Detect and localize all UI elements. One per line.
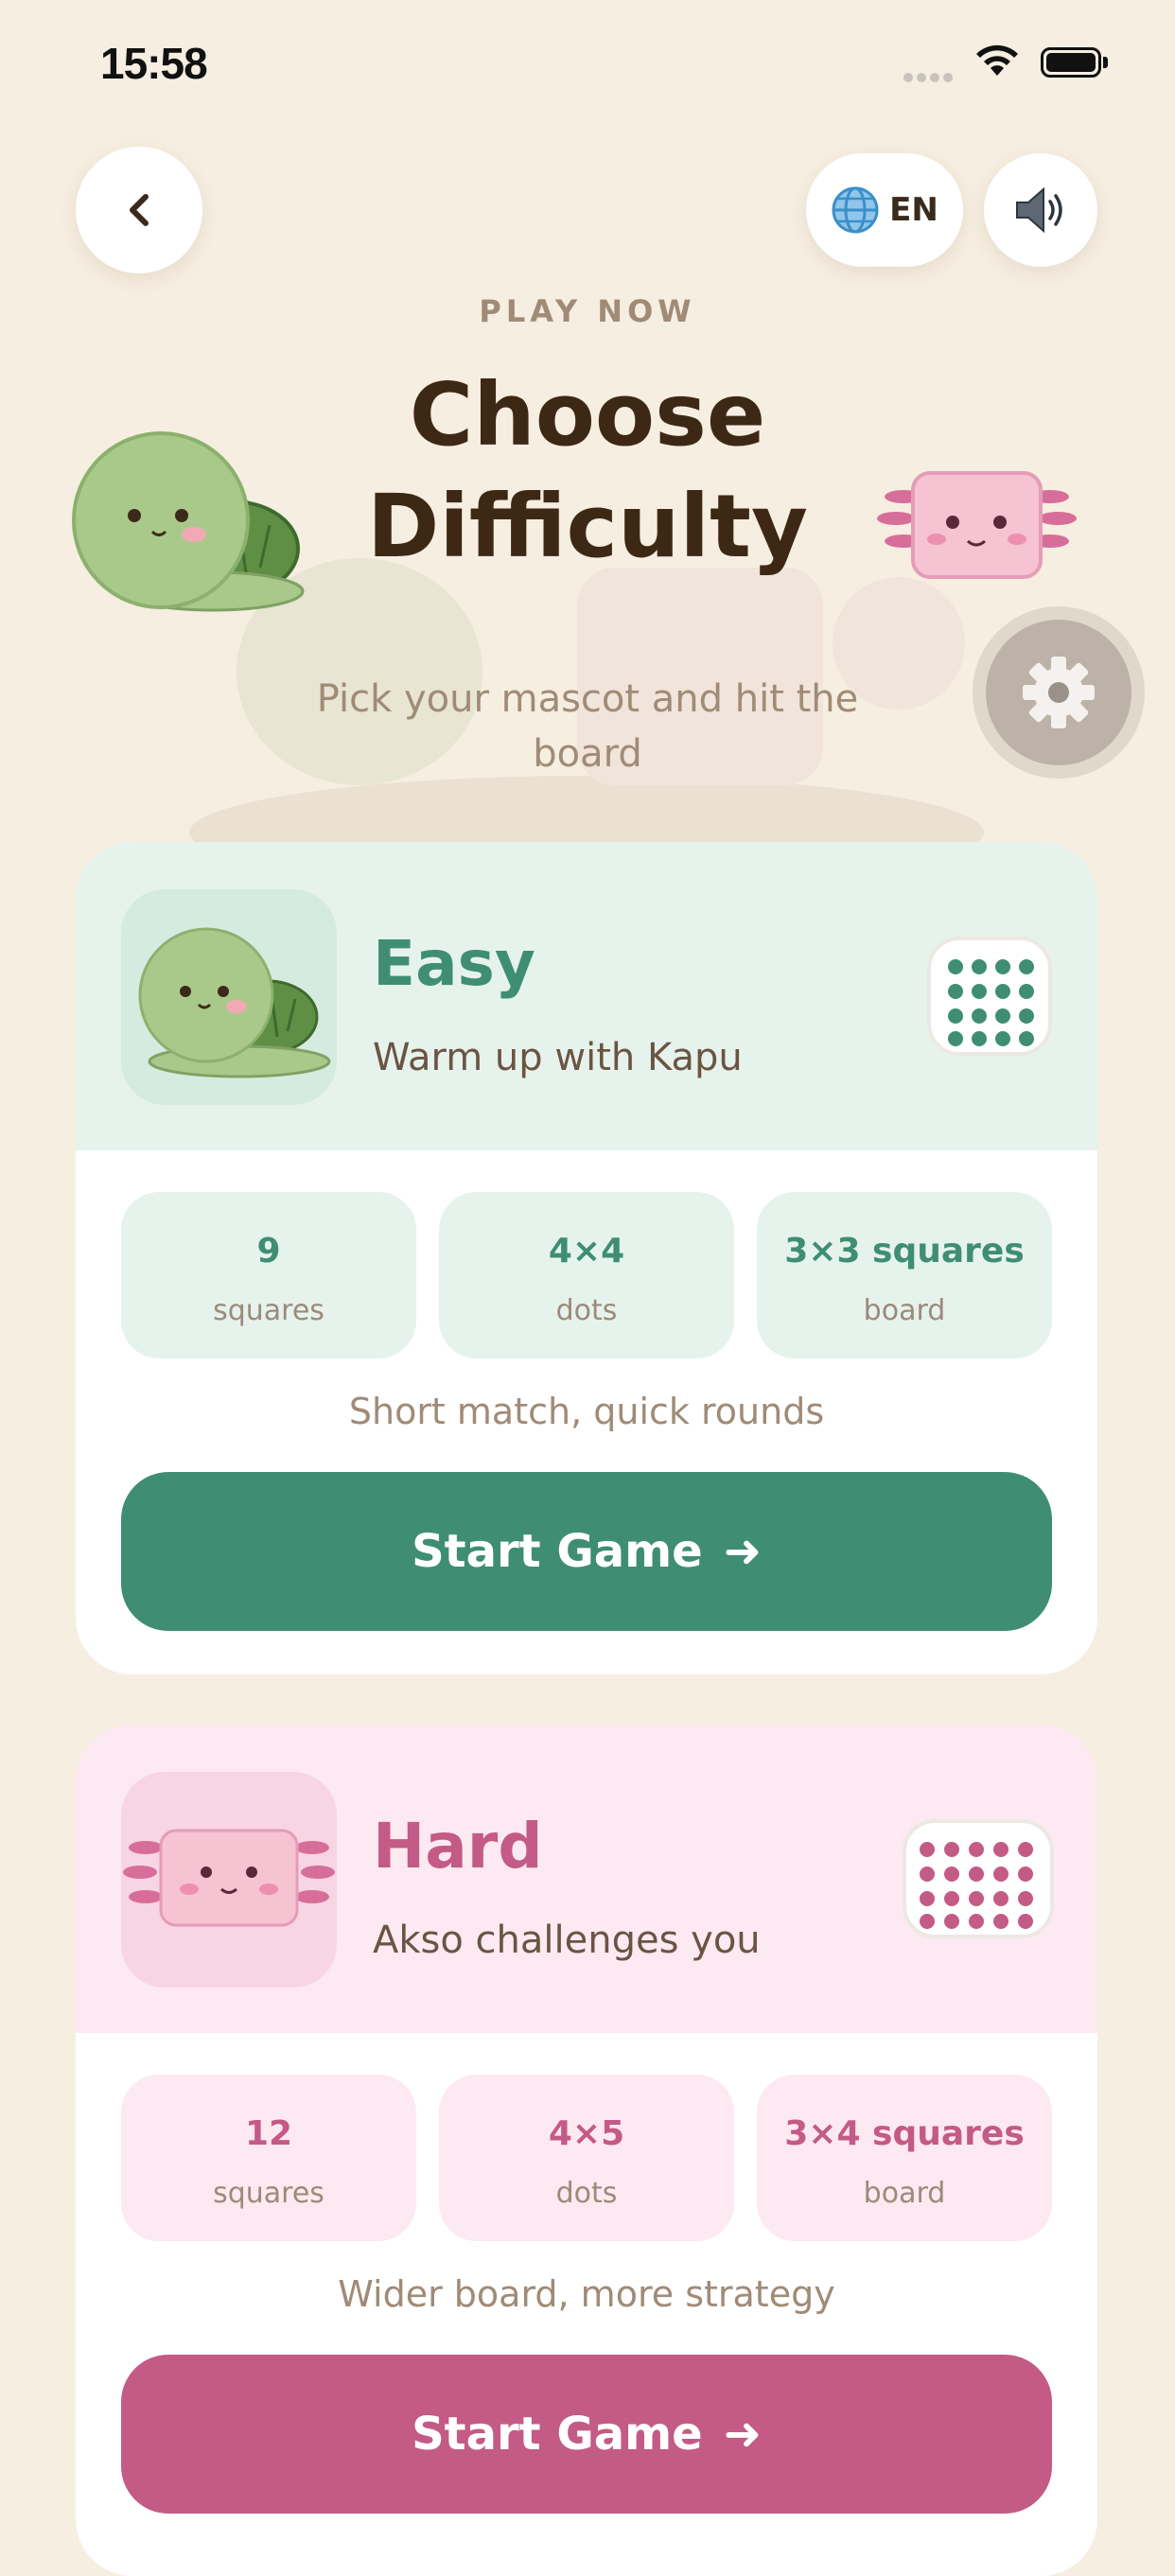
stat-board: 3×4 squares board [757,2075,1052,2241]
stat-label: squares [213,2177,324,2210]
start-game-button-easy[interactable]: Start Game ➜ [121,1472,1052,1631]
difficulty-name: Easy [373,927,535,1000]
dot-grid-icon [903,1819,1054,1938]
stat-label: dots [555,1294,618,1327]
difficulty-description: Short match, quick rounds [348,1391,825,1432]
stat-value: 9 [256,1232,281,1270]
stat-label: board [863,2177,946,2210]
stat-value: 3×3 squares [784,1232,1025,1270]
stat-value: 12 [244,2114,293,2153]
title-line-2: Difficulty [366,476,809,577]
globe-icon [832,186,879,234]
cellular-signal-icon [903,68,956,86]
stat-value: 3×4 squares [784,2114,1025,2153]
sound-button[interactable] [984,153,1097,267]
mascot-avatar [121,1772,337,1988]
settings-button[interactable] [986,620,1131,765]
start-game-label: Start Game [412,2408,703,2461]
title-line-1: Choose [409,364,766,465]
stat-label: squares [213,1294,324,1327]
gear-icon [1023,657,1095,728]
stat-squares: 9 squares [121,1192,416,1358]
language-button[interactable]: EN [806,153,963,267]
difficulty-card-hard: Hard Akso challenges you 12 squares 4×5 … [76,1725,1097,2576]
stat-value: 4×5 [548,2114,625,2153]
axolotl-mascot-image [123,1829,335,1927]
axolotl-mascot-image [877,471,1077,579]
arrow-right-icon: ➜ [723,2408,762,2461]
difficulty-tagline: Akso challenges you [373,1919,761,1962]
battery-icon [1041,47,1108,78]
speaker-icon [1016,186,1062,234]
stat-dots: 4×4 dots [439,1192,734,1358]
mascot-avatar [121,889,337,1105]
difficulty-description: Wider board, more strategy [338,2273,835,2315]
difficulty-name: Hard [373,1810,543,1883]
stat-board: 3×3 squares board [757,1192,1052,1358]
dot-grid-icon [927,937,1052,1056]
difficulty-tagline: Warm up with Kapu [373,1036,743,1079]
status-time: 15:58 [100,39,208,88]
language-label: EN [889,191,938,229]
stat-value: 4×4 [548,1232,625,1270]
turtle-mascot-image [72,431,305,612]
start-game-button-hard[interactable]: Start Game ➜ [121,2355,1052,2514]
eyebrow-label: PLAY NOW [479,293,696,329]
difficulty-card-easy: Easy Warm up with Kapu 9 squares 4×4 dot… [76,842,1097,1674]
page-title: Choose Difficulty [284,359,891,583]
page-subtitle: Pick your mascot and hit the board [316,677,859,776]
chevron-left-icon [130,194,149,226]
back-button[interactable] [76,147,202,273]
turtle-mascot-image [138,927,331,1078]
stat-label: dots [555,2177,618,2210]
start-game-label: Start Game [412,1525,703,1578]
stat-squares: 12 squares [121,2075,416,2241]
wifi-icon [976,44,1018,76]
stat-dots: 4×5 dots [439,2075,734,2241]
stat-label: board [863,1294,946,1327]
arrow-right-icon: ➜ [723,1525,762,1578]
